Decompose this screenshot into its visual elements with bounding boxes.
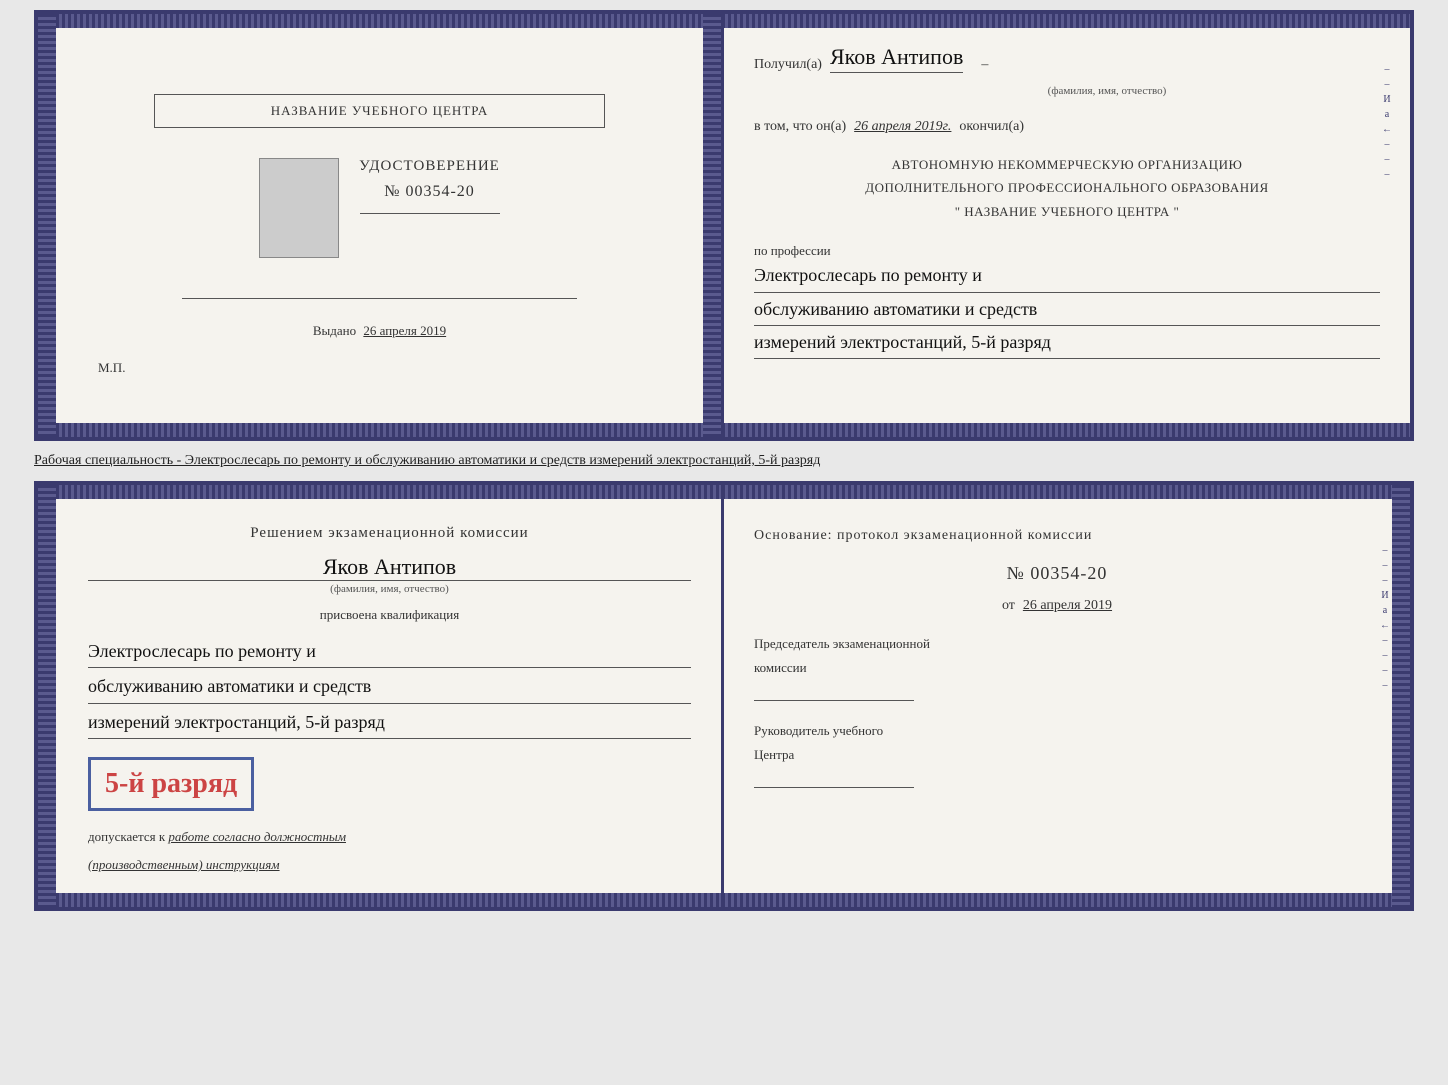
osnov-title: Основание: протокол экзаменационной коми… (754, 525, 1360, 547)
bottom-profession-lines: Электрослесарь по ремонту и обслуживанию… (88, 635, 691, 739)
commission-section: Решением экзаменационной комиссии (88, 525, 691, 542)
bottom-right-border (1392, 485, 1410, 907)
osnov-section: Основание: протокол экзаменационной коми… (754, 525, 1360, 547)
bottom-prof-line2: обслуживанию автоматики и средств (88, 670, 691, 703)
bottom-person-name: Яков Антипов (88, 554, 691, 581)
допускается-text2: (производственным) инструкциям (88, 857, 280, 872)
rank-badge: 5-й разряд (88, 757, 254, 811)
school-name-box: НАЗВАНИЕ УЧЕБНОГО ЦЕНТРА (154, 94, 604, 128)
director-title-line2: Центра (754, 745, 1360, 765)
dash1: – (981, 57, 988, 73)
org-line3: " НАЗВАНИЕ УЧЕБНОГО ЦЕНТРА " (754, 200, 1380, 223)
vtom-row: в том, что он(а) 26 апреля 2019г. окончи… (754, 119, 1380, 135)
bottom-person-section: Яков Антипов (фамилия, имя, отчество) (88, 554, 691, 595)
protocol-num: № 00354-20 (754, 563, 1360, 584)
chairman-title-line2: комиссии (754, 658, 1360, 678)
cert-title: УДОСТОВЕРЕНИЕ (359, 158, 500, 175)
received-label: Получил(а) (754, 57, 822, 73)
director-title-line1: Руководитель учебного (754, 721, 1360, 741)
director-sig-line (754, 768, 914, 788)
director-signature: Руководитель учебного Центра (754, 721, 1360, 788)
right-page: Получил(а) Яков Антипов – (фамилия, имя,… (724, 14, 1410, 437)
bottom-right-inner: Основание: протокол экзаменационной коми… (754, 505, 1380, 788)
profession-section: по профессии Электрослесарь по ремонту и… (754, 243, 1380, 359)
org-line2: ДОПОЛНИТЕЛЬНОГО ПРОФЕССИОНАЛЬНОГО ОБРАЗО… (754, 176, 1380, 199)
bottom-right-decoration: – – – И а ← – – – – (1382, 545, 1388, 847)
bottom-document: Решением экзаменационной комиссии Яков А… (34, 481, 1414, 911)
fio-subtitle-top: (фамилия, имя, отчество) (834, 81, 1380, 99)
bottom-left-page: Решением экзаменационной комиссии Яков А… (38, 485, 724, 907)
chairman-sig-line (754, 681, 914, 701)
left-border (38, 14, 56, 437)
bottom-right-page: Основание: протокол экзаменационной коми… (724, 485, 1410, 907)
protocol-section: № 00354-20 (754, 563, 1360, 584)
recipient-row: Получил(а) Яков Антипов – (754, 44, 1380, 73)
bottom-prof-line3: измерений электростанций, 5-й разряд (88, 706, 691, 739)
vtom-date: 26 апреля 2019г. (854, 119, 951, 135)
qualification-label: присвоена квалификация (88, 607, 691, 623)
chairman-signature: Председатель экзаменационной комиссии (754, 634, 1360, 701)
issued-line: Выдано 26 апреля 2019 (313, 323, 446, 339)
badge-text: 5-й разряд (105, 768, 237, 800)
school-name-label: НАЗВАНИЕ УЧЕБНОГО ЦЕНТРА (271, 103, 488, 118)
left-content: НАЗВАНИЕ УЧЕБНОГО ЦЕНТРА УДОСТОВЕРЕНИЕ №… (68, 34, 691, 417)
допускается-prefix: допускается к (88, 829, 165, 844)
допускается-text: работе согласно должностным (168, 829, 346, 844)
mp-label: М.П. (98, 360, 125, 375)
left-page: НАЗВАНИЕ УЧЕБНОГО ЦЕНТРА УДОСТОВЕРЕНИЕ №… (38, 14, 724, 437)
prof-line1: Электрослесарь по ремонту и (754, 259, 1380, 292)
date-prefix: от (1002, 598, 1015, 613)
right-border-left-page (703, 14, 721, 437)
profession-lines: Электрослесарь по ремонту и обслуживанию… (754, 259, 1380, 359)
okoncil-label: окончил(а) (959, 119, 1024, 135)
photo-placeholder (259, 158, 339, 258)
recipient-name: Яков Антипов (830, 44, 963, 73)
top-document: НАЗВАНИЕ УЧЕБНОГО ЦЕНТРА УДОСТОВЕРЕНИЕ №… (34, 10, 1414, 441)
допускается-line2: (производственным) инструкциям (88, 857, 691, 873)
vtom-label: в том, что он(а) (754, 119, 846, 135)
bottom-prof-line1: Электрослесарь по ремонту и (88, 635, 691, 668)
org-block: АВТОНОМНУЮ НЕКОММЕРЧЕСКУЮ ОРГАНИЗАЦИЮ ДО… (754, 153, 1380, 223)
prof-line2: обслуживанию автоматики и средств (754, 293, 1380, 326)
org-line1: АВТОНОМНУЮ НЕКОММЕРЧЕСКУЮ ОРГАНИЗАЦИЮ (754, 153, 1380, 176)
issued-date: 26 апреля 2019 (363, 323, 446, 338)
document-container: НАЗВАНИЕ УЧЕБНОГО ЦЕНТРА УДОСТОВЕРЕНИЕ №… (34, 10, 1414, 911)
bottom-left-border (38, 485, 56, 907)
chairman-title-line1: Председатель экзаменационной (754, 634, 1360, 654)
specialty-label: Рабочая специальность - Электрослесарь п… (34, 449, 1414, 473)
date-value: 26 апреля 2019 (1023, 598, 1112, 613)
date-section: от 26 апреля 2019 (754, 596, 1360, 614)
issued-label: Выдано (313, 323, 356, 338)
cert-number: № 00354-20 (384, 183, 475, 201)
commission-title: Решением экзаменационной комиссии (88, 525, 691, 542)
допускается-section: допускается к работе согласно должностны… (88, 829, 691, 845)
side-decoration: – – И а ← – – – (1384, 64, 1390, 387)
prof-line3: измерений электростанций, 5-й разряд (754, 326, 1380, 359)
bottom-fio-subtitle: (фамилия, имя, отчество) (88, 583, 691, 595)
po-professii: по профессии (754, 243, 1380, 259)
